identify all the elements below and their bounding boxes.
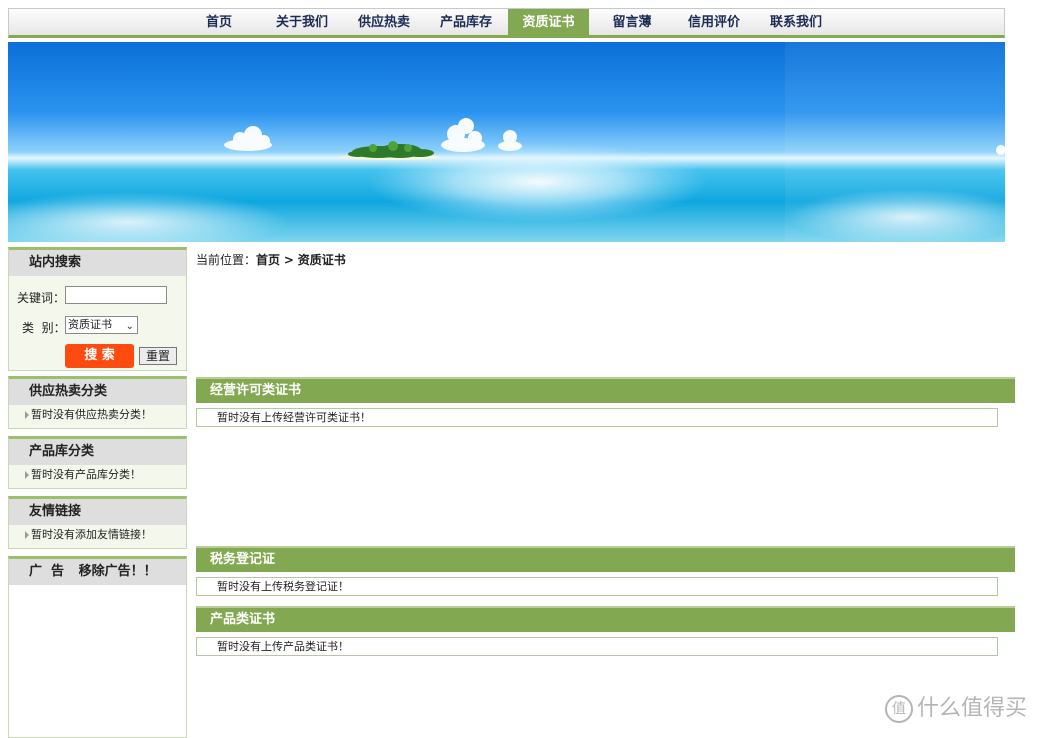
top-nav: 首页 关于我们 供应热卖 产品库存 资质证书 留言薄 信用评价 联系我们 <box>8 8 1005 38</box>
supply-category-title: 供应热卖分类 <box>9 379 186 405</box>
header-banner <box>8 42 1005 242</box>
friend-links-panel: 友情链接 暂时没有添加友情链接！ <box>8 496 187 549</box>
nav-item-about[interactable]: 关于我们 <box>265 9 339 36</box>
breadcrumb-separator: > <box>283 253 294 267</box>
section-title-product-certificates: 产品类证书 <box>196 606 1015 632</box>
watermark-text: 什么值得买 <box>916 696 1027 721</box>
section-empty-business-license: 暂时没有上传经营许可类证书！ <box>196 408 998 427</box>
reset-button[interactable]: 重置 <box>139 347 177 365</box>
product-category-title: 产品库分类 <box>9 439 186 465</box>
nav-item-credit[interactable]: 信用评价 <box>677 9 751 36</box>
triangle-bullet-icon <box>25 531 29 539</box>
ads-title: 广 告 <box>29 564 65 579</box>
triangle-bullet-icon <box>25 471 29 479</box>
breadcrumb: 当前位置：首页 > 资质证书 <box>196 251 346 268</box>
nav-item-home[interactable]: 首页 <box>189 9 249 36</box>
product-category-empty: 暂时没有产品库分类！ <box>31 468 141 481</box>
chevron-down-icon: ⌄ <box>125 321 134 332</box>
list-item: 暂时没有添加友情链接！ <box>9 525 186 545</box>
nav-item-certificates[interactable]: 资质证书 <box>508 9 589 36</box>
section-empty-tax-registration: 暂时没有上传税务登记证！ <box>196 577 998 596</box>
supply-category-empty: 暂时没有供应热卖分类！ <box>31 408 152 421</box>
keyword-input[interactable] <box>65 286 167 304</box>
section-empty-product-certificates: 暂时没有上传产品类证书！ <box>196 637 998 656</box>
remove-ads-link[interactable]: 移除广告！！ <box>79 564 157 579</box>
category-selected-value: 资质证书 <box>68 318 112 331</box>
nav-item-contact[interactable]: 联系我们 <box>759 9 833 36</box>
search-panel-title: 站内搜索 <box>9 250 186 276</box>
ads-panel: 广 告 移除广告！！ <box>8 556 187 738</box>
section-title-business-license: 经营许可类证书 <box>196 377 1015 403</box>
keyword-label: 关键词： <box>17 291 66 305</box>
breadcrumb-home-link[interactable]: 首页 <box>256 253 280 267</box>
breadcrumb-prefix: 当前位置： <box>196 253 257 267</box>
product-category-panel: 产品库分类 暂时没有产品库分类！ <box>8 436 187 489</box>
friend-links-empty: 暂时没有添加友情链接！ <box>31 528 152 541</box>
nav-item-inventory[interactable]: 产品库存 <box>429 9 503 36</box>
search-panel: 站内搜索 关键词： 类 别： 资质证书 ⌄ 搜 索 重置 <box>8 247 187 371</box>
zhi-logo-icon: 值 <box>884 695 913 723</box>
search-button[interactable]: 搜 索 <box>65 344 134 368</box>
friend-links-title: 友情链接 <box>9 499 186 525</box>
section-title-tax-registration: 税务登记证 <box>196 546 1015 572</box>
list-item: 暂时没有产品库分类！ <box>9 465 186 485</box>
triangle-bullet-icon <box>25 411 29 419</box>
category-select[interactable]: 资质证书 ⌄ <box>65 316 138 334</box>
ads-panel-header: 广 告 移除广告！！ <box>9 559 186 585</box>
nav-item-supply[interactable]: 供应热卖 <box>347 9 421 36</box>
list-item: 暂时没有供应热卖分类！ <box>9 405 186 425</box>
ocean-island-illustration <box>8 42 1005 242</box>
category-label: 类 别： <box>22 321 66 335</box>
breadcrumb-current: 资质证书 <box>297 253 346 267</box>
nav-item-guestbook[interactable]: 留言薄 <box>599 9 665 36</box>
supply-category-panel: 供应热卖分类 暂时没有供应热卖分类！ <box>8 376 187 429</box>
watermark: 值什么值得买 <box>884 690 1027 723</box>
